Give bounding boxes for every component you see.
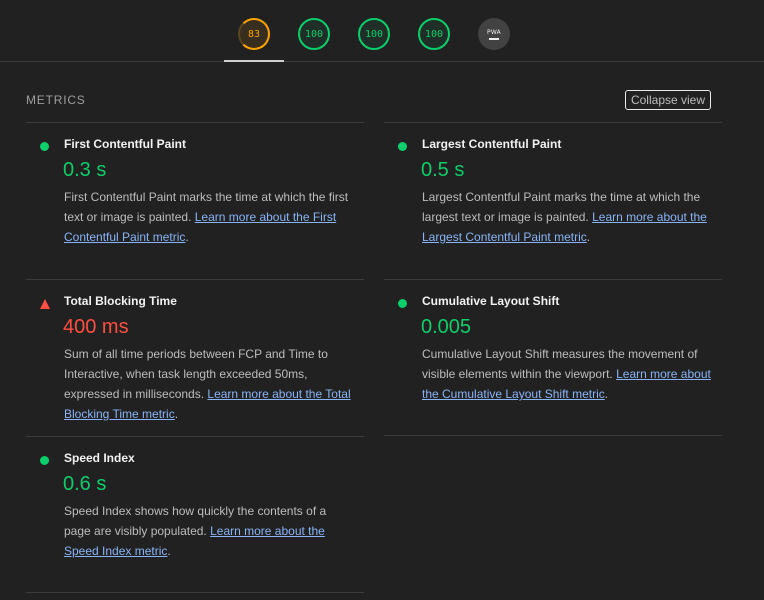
metric-value: 0.3 s [63,159,107,181]
active-tab-indicator [224,60,284,62]
metric-speed-index: Speed Index 0.6 s Speed Index shows how … [26,436,364,593]
pwa-dash-icon [489,37,499,40]
metrics-heading: METRICS [26,93,86,107]
score-gauge-best-practices[interactable]: 100 [358,18,390,50]
score-value: 100 [304,28,324,40]
pwa-label: PWA [487,28,501,36]
green-circle-icon [40,456,49,465]
metric-description: Sum of all time periods between FCP and … [64,347,351,421]
metric-cumulative-layout-shift: Cumulative Layout Shift 0.005 Cumulative… [384,279,722,436]
score-value: 100 [424,28,444,40]
metric-value: 0.005 [421,316,472,338]
metric-description: Largest Contentful Paint marks the time … [422,190,707,244]
metric-title: Total Blocking Time [64,294,177,308]
metric-title: First Contentful Paint [64,137,186,151]
score-gauge-seo[interactable]: 100 [418,18,450,50]
green-circle-icon [398,299,407,308]
collapse-view-button[interactable]: Collapse view [625,90,711,110]
metric-total-blocking-time: Total Blocking Time 400 ms Sum of all ti… [26,279,364,436]
metric-description: First Contentful Paint marks the time at… [64,190,349,244]
score-gauge-performance[interactable]: 83 [238,18,270,50]
metric-description: Speed Index shows how quickly the conten… [64,504,327,558]
green-circle-icon [40,142,49,151]
score-value: 83 [247,28,261,40]
metric-title: Speed Index [64,451,135,465]
metric-title: Largest Contentful Paint [422,137,562,151]
red-triangle-icon [40,299,50,309]
metric-title: Cumulative Layout Shift [422,294,560,308]
category-scores-bar: 83 100 100 100 PWA [0,0,764,62]
metric-description: Cumulative Layout Shift measures the mov… [422,347,711,401]
metric-value: 0.6 s [63,473,107,495]
metric-largest-contentful-paint: Largest Contentful Paint 0.5 s Largest C… [384,122,722,279]
score-gauge-accessibility[interactable]: 100 [298,18,330,50]
score-value: 100 [364,28,384,40]
score-gauge-pwa[interactable]: PWA [478,18,510,50]
metric-value: 400 ms [63,316,129,338]
metric-first-contentful-paint: First Contentful Paint 0.3 s First Conte… [26,122,364,279]
metric-value: 0.5 s [421,159,465,181]
green-circle-icon [398,142,407,151]
